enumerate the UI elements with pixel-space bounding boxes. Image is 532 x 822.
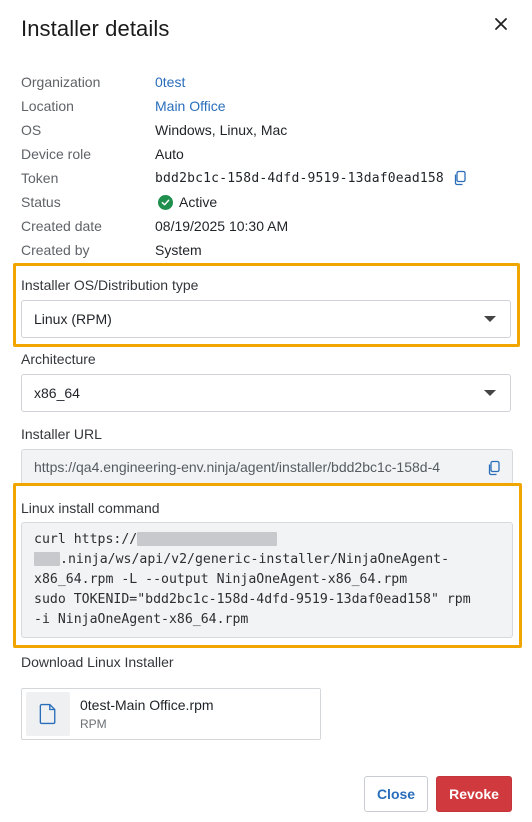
redacted-text: [137, 532, 278, 546]
installer-url-field[interactable]: https://qa4.engineering-env.ninja/agent/…: [21, 449, 513, 485]
architecture-select[interactable]: x86_64: [21, 374, 511, 412]
detail-row-status: Status Active: [21, 190, 511, 214]
installer-details-list: Organization 0test Location Main Office …: [21, 70, 511, 262]
detail-row-os: OS Windows, Linux, Mac: [21, 118, 511, 142]
installer-os-label: Installer OS/Distribution type: [21, 277, 199, 293]
detail-label: Token: [21, 170, 59, 186]
detail-label: Created date: [21, 218, 102, 234]
command-line-5: -i NinjaOneAgent-x86_64.rpm: [34, 612, 249, 627]
detail-value: 08/19/2025 10:30 AM: [155, 218, 289, 234]
detail-value: System: [155, 242, 202, 258]
copy-icon[interactable]: [486, 460, 502, 476]
installer-os-value: Linux (RPM): [34, 311, 112, 327]
close-button[interactable]: Close: [364, 776, 428, 812]
detail-label: OS: [21, 122, 42, 138]
detail-row-location: Location Main Office: [21, 94, 511, 118]
status-value-wrap: Active: [155, 194, 217, 210]
command-line-2: .ninja/ws/api/v2/generic-installer/Ninja…: [34, 550, 500, 570]
detail-label: Location: [21, 98, 74, 114]
detail-label: Organization: [21, 74, 101, 90]
command-line-4: sudo TOKENID="bdd2bc1c-158d-4dfd-9519-13…: [34, 592, 471, 607]
detail-row-created-by: Created by System: [21, 238, 511, 262]
install-command-block[interactable]: curl https:// .ninja/ws/api/v2/generic-in…: [21, 522, 513, 638]
detail-row-device-role: Device role Auto: [21, 142, 511, 166]
caret-down-icon: [484, 316, 496, 322]
revoke-button[interactable]: Revoke: [436, 776, 512, 812]
detail-label: Device role: [21, 146, 92, 162]
file-name: 0test-Main Office.rpm: [80, 697, 214, 713]
check-circle-icon: [158, 194, 173, 210]
installer-url-value: https://qa4.engineering-env.ninja/agent/…: [34, 459, 441, 475]
caret-down-icon: [484, 390, 496, 396]
detail-label: Created by: [21, 242, 90, 258]
command-line-1: curl https://: [34, 530, 500, 550]
command-line-3: x86_64.rpm -L --output NinjaOneAgent-x86…: [34, 572, 408, 587]
location-link[interactable]: Main Office: [155, 98, 226, 114]
file-info: 0test-Main Office.rpm RPM: [80, 697, 214, 731]
download-file-card[interactable]: 0test-Main Office.rpm RPM: [21, 688, 321, 740]
download-label: Download Linux Installer: [21, 654, 174, 670]
detail-row-organization: Organization 0test: [21, 70, 511, 94]
token-value: bdd2bc1c-158d-4dfd-9519-13daf0ead158: [155, 170, 444, 186]
organization-link[interactable]: 0test: [155, 74, 185, 90]
command-text: curl https://: [34, 532, 138, 547]
detail-label: Status: [21, 194, 61, 210]
modal-title: Installer details: [21, 16, 170, 41]
close-icon[interactable]: [490, 13, 512, 35]
status-text: Active: [179, 194, 218, 210]
file-icon: [26, 692, 70, 736]
detail-row-token: Token bdd2bc1c-158d-4dfd-9519-13daf0ead1…: [21, 166, 511, 190]
detail-value: Auto: [155, 146, 184, 162]
file-type: RPM: [80, 717, 107, 731]
architecture-value: x86_64: [34, 385, 80, 401]
architecture-label: Architecture: [21, 351, 96, 367]
command-text: .ninja/ws/api/v2/generic-installer/Ninja…: [60, 552, 450, 567]
token-value-wrap: bdd2bc1c-158d-4dfd-9519-13daf0ead158: [155, 170, 468, 186]
install-command-label: Linux install command: [21, 500, 160, 516]
detail-value: Windows, Linux, Mac: [155, 122, 288, 138]
installer-url-label: Installer URL: [21, 426, 102, 442]
copy-icon[interactable]: [452, 170, 468, 186]
installer-os-select[interactable]: Linux (RPM): [21, 300, 511, 338]
redacted-text: [34, 552, 60, 566]
detail-row-created-date: Created date 08/19/2025 10:30 AM: [21, 214, 511, 238]
